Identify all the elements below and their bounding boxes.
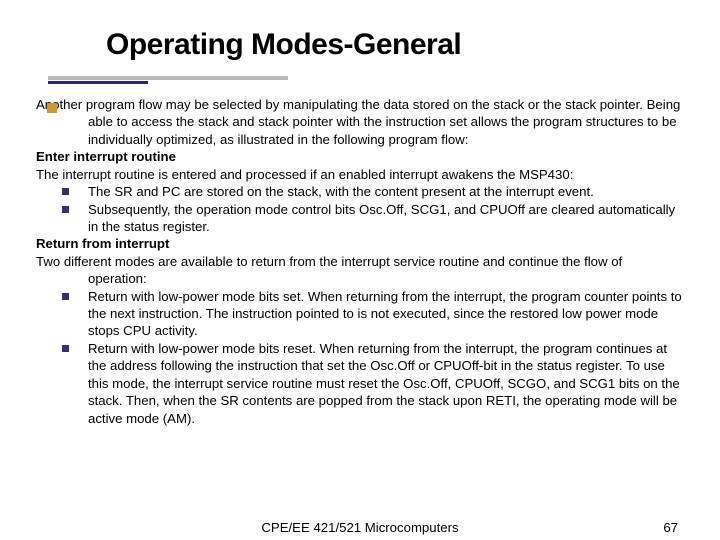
heading-enter-interrupt: Enter interrupt routine — [36, 148, 684, 165]
list-text: Return with low-power mode bits set. Whe… — [88, 289, 682, 339]
list-item: Return with low-power mode bits set. Whe… — [36, 288, 684, 340]
rule-grey — [48, 76, 288, 80]
bullet-icon — [62, 206, 69, 213]
list-item: The SR and PC are stored on the stack, w… — [36, 183, 684, 200]
enter-interrupt-desc: The interrupt routine is entered and pro… — [36, 166, 684, 183]
accent-square — [47, 103, 57, 113]
rule-navy — [48, 81, 148, 84]
bullet-icon — [62, 345, 69, 352]
list-item: Subsequently, the operation mode control… — [36, 201, 684, 236]
title-wrap: Operating Modes-General — [106, 28, 684, 62]
return-interrupt-list: Return with low-power mode bits set. Whe… — [36, 288, 684, 427]
list-text: Subsequently, the operation mode control… — [88, 202, 675, 234]
bullet-icon — [62, 293, 69, 300]
body-text: Another program flow may be selected by … — [36, 96, 684, 427]
bullet-icon — [62, 188, 69, 195]
return-interrupt-desc: Two different modes are available to ret… — [36, 253, 684, 288]
title-rule — [48, 76, 684, 84]
slide: Operating Modes-General Another program … — [0, 0, 720, 540]
list-item: Return with low-power mode bits reset. W… — [36, 340, 684, 427]
slide-title: Operating Modes-General — [106, 28, 684, 62]
footer-course: CPE/EE 421/521 Microcomputers — [0, 520, 720, 535]
list-text: Return with low-power mode bits reset. W… — [88, 341, 680, 426]
heading-return-interrupt: Return from interrupt — [36, 235, 684, 252]
slide-number: 67 — [663, 520, 678, 535]
list-text: The SR and PC are stored on the stack, w… — [88, 184, 594, 199]
intro-paragraph: Another program flow may be selected by … — [36, 96, 684, 148]
enter-interrupt-list: The SR and PC are stored on the stack, w… — [36, 183, 684, 235]
